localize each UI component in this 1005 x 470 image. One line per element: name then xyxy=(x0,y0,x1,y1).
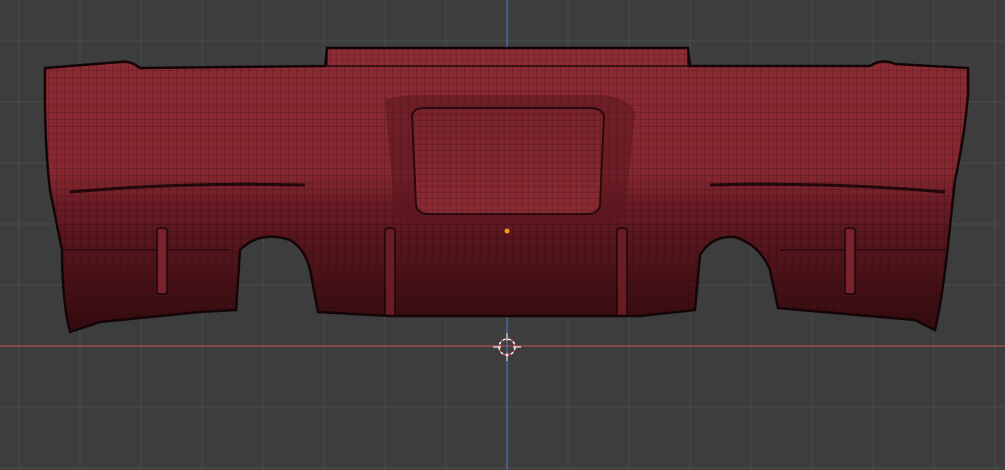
bumper-mesh[interactable] xyxy=(40,40,975,340)
3d-viewport[interactable] xyxy=(0,0,1005,470)
object-origin-icon[interactable] xyxy=(504,228,510,234)
viewport-canvas[interactable] xyxy=(0,0,1005,470)
license-plate-recess[interactable] xyxy=(385,95,635,222)
